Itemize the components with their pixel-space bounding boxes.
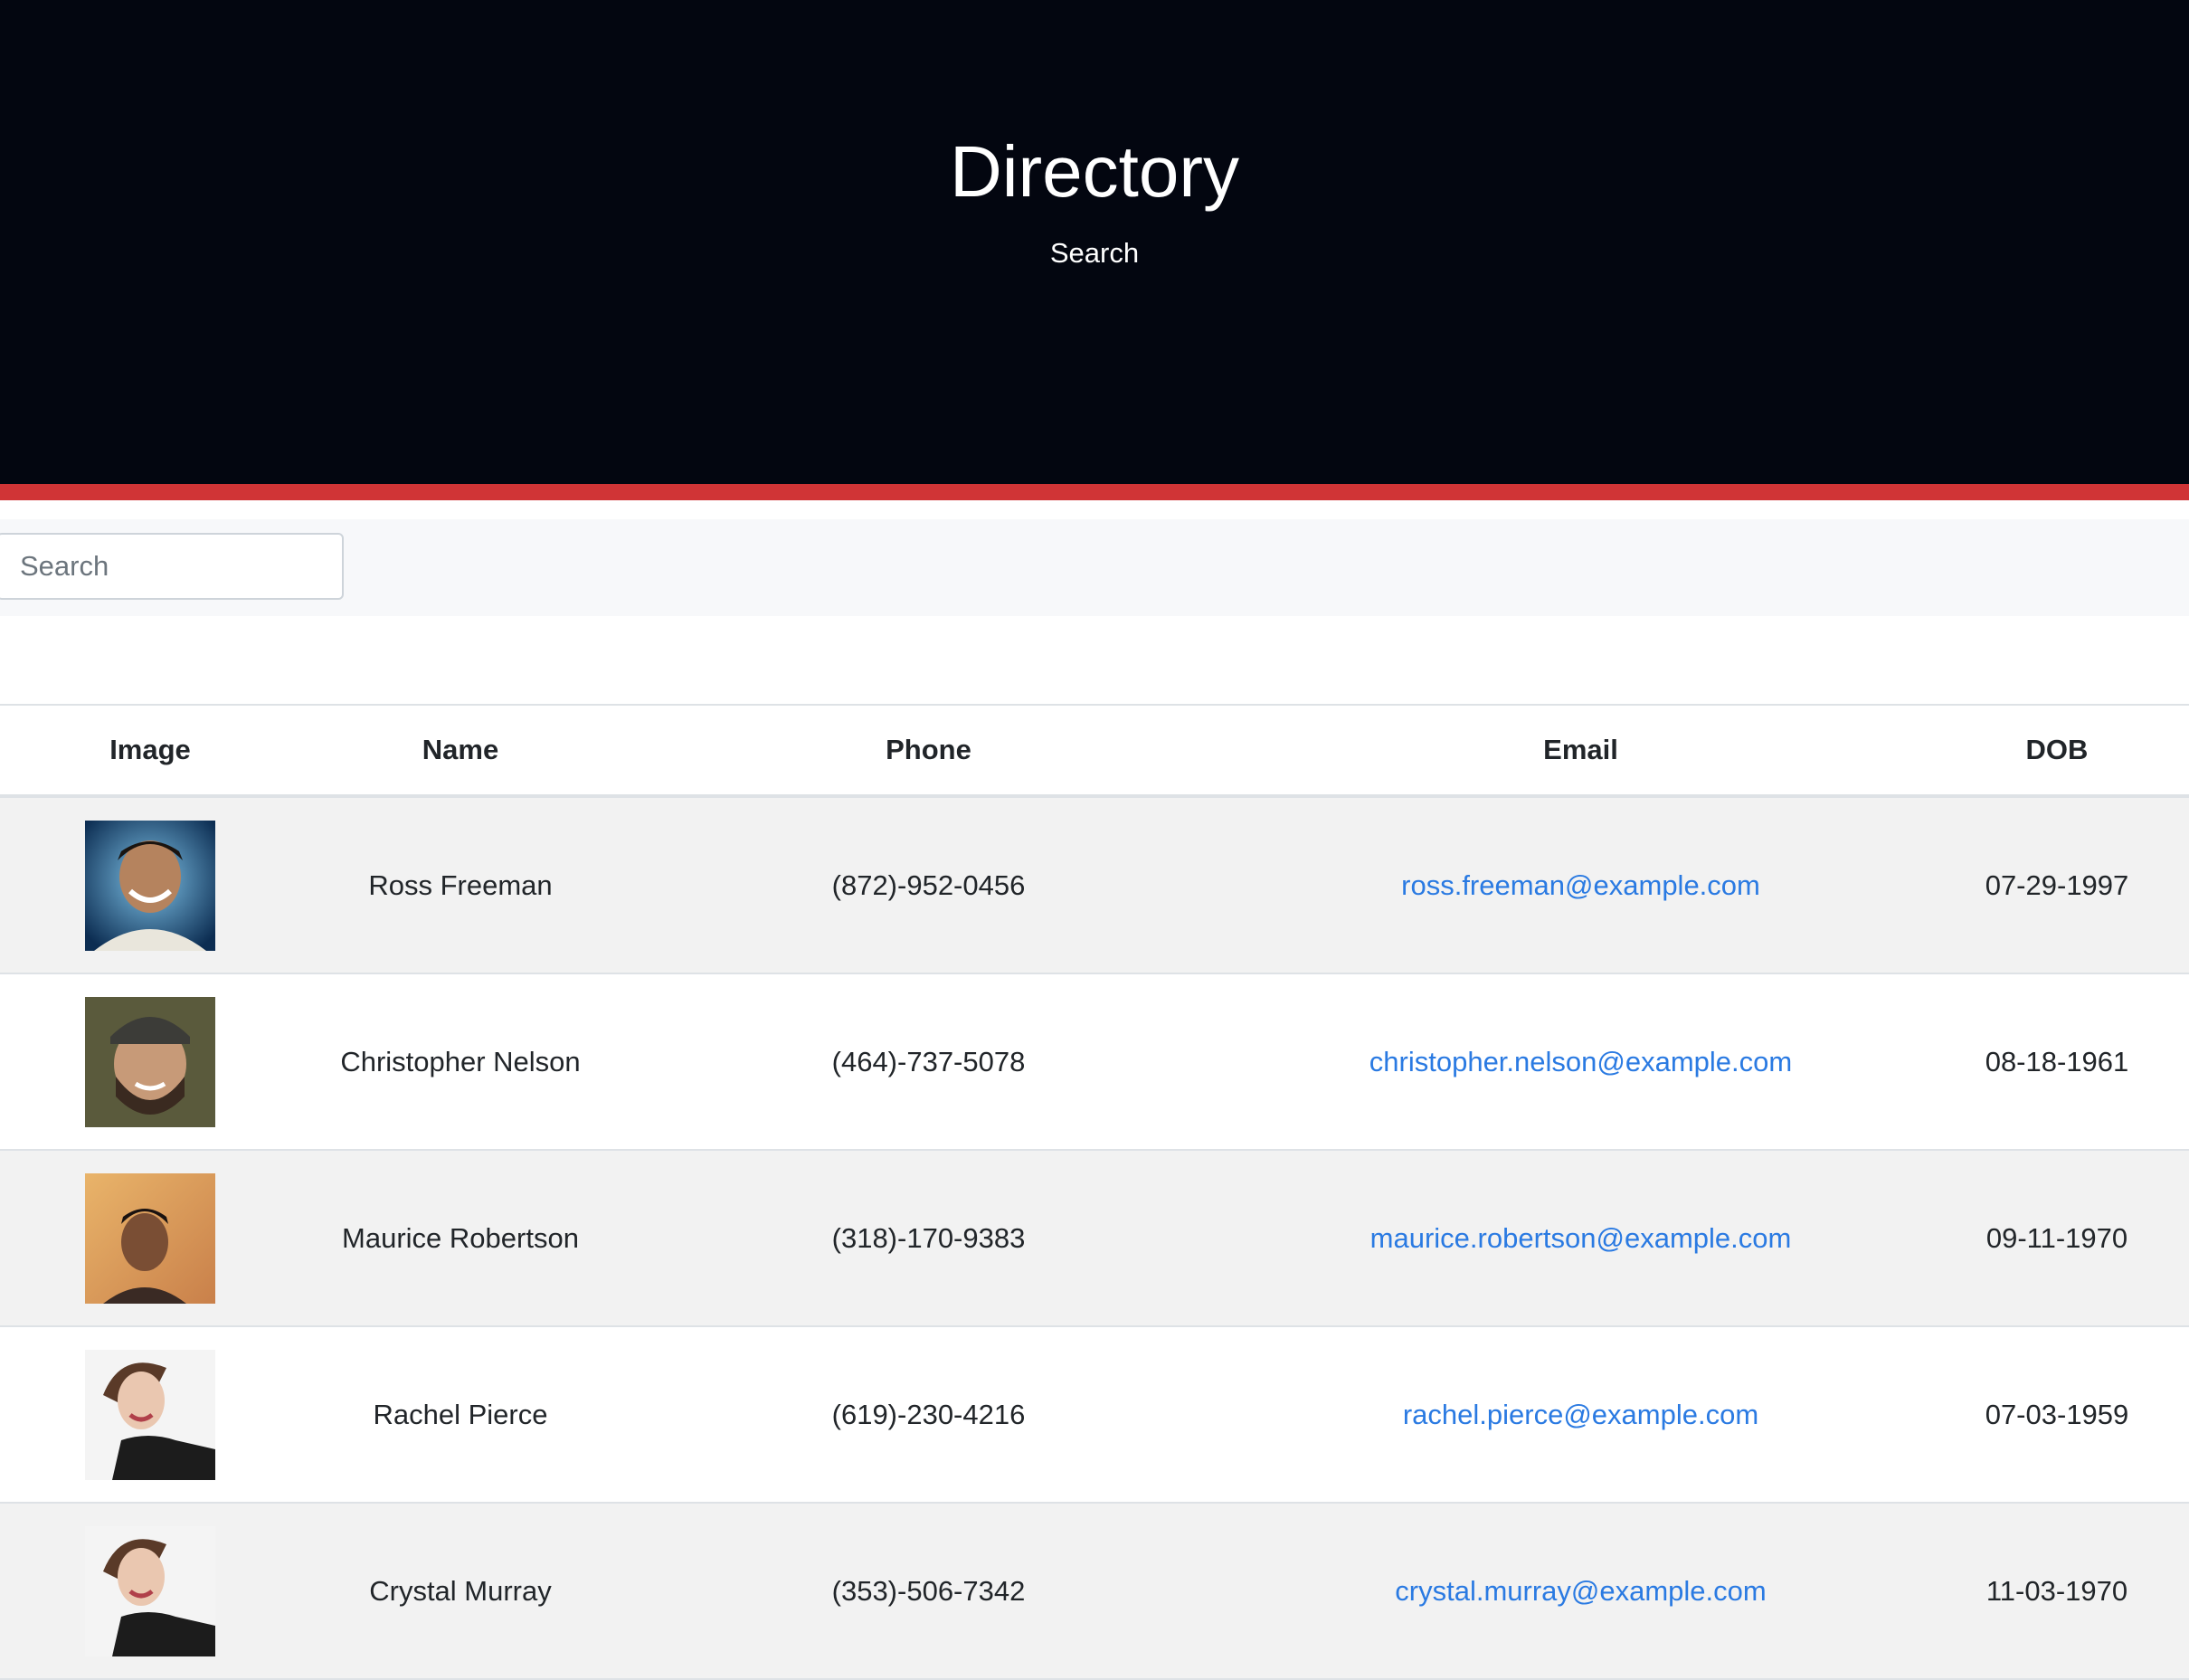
phone-cell: (619)-230-4216 <box>621 1326 1237 1504</box>
phone-cell: (872)-952-0456 <box>621 796 1237 974</box>
avatar <box>85 1525 215 1656</box>
email-cell: ross.freeman@example.com <box>1237 796 1925 974</box>
table-row: Crystal Murray (353)-506-7342 crystal.mu… <box>0 1503 2189 1680</box>
avatar <box>85 1349 215 1480</box>
email-cell: christopher.nelson@example.com <box>1237 973 1925 1151</box>
phone-cell: (464)-737-5078 <box>621 973 1237 1151</box>
image-cell <box>0 1503 300 1680</box>
column-header-dob[interactable]: DOB <box>1925 704 2189 798</box>
table-row: Maurice Robertson (318)-170-9383 maurice… <box>0 1150 2189 1327</box>
accent-bar <box>0 484 2189 500</box>
email-cell: rachel.pierce@example.com <box>1237 1326 1925 1504</box>
dob-cell: 07-29-1997 <box>1925 796 2189 974</box>
phone-cell: (318)-170-9383 <box>621 1150 1237 1327</box>
column-header-email[interactable]: Email <box>1237 704 1925 798</box>
avatar <box>85 820 215 951</box>
name-cell: Ross Freeman <box>300 796 621 974</box>
avatar <box>85 996 215 1127</box>
column-header-image[interactable]: Image <box>0 704 300 798</box>
dob-cell: 08-18-1961 <box>1925 973 2189 1151</box>
email-link[interactable]: ross.freeman@example.com <box>1401 869 1760 901</box>
name-cell: Crystal Murray <box>300 1503 621 1680</box>
image-cell <box>0 973 300 1151</box>
table-row: Christopher Nelson (464)-737-5078 christ… <box>0 973 2189 1151</box>
email-cell: maurice.robertson@example.com <box>1237 1150 1925 1327</box>
column-header-phone[interactable]: Phone <box>621 704 1237 798</box>
table-header-row: Image Name Phone Email DOB <box>0 704 2189 798</box>
image-cell <box>0 1150 300 1327</box>
page-subtitle: Search <box>1049 237 1140 269</box>
phone-cell: (353)-506-7342 <box>621 1503 1237 1680</box>
avatar <box>85 1172 215 1304</box>
name-cell: Christopher Nelson <box>300 973 621 1151</box>
table-row: Rachel Pierce (619)-230-4216 rachel.pier… <box>0 1326 2189 1504</box>
email-cell: crystal.murray@example.com <box>1237 1503 1925 1680</box>
column-header-name[interactable]: Name <box>300 704 621 798</box>
search-bar <box>0 519 2189 616</box>
image-cell <box>0 796 300 974</box>
dob-cell: 11-03-1970 <box>1925 1503 2189 1680</box>
email-link[interactable]: maurice.robertson@example.com <box>1370 1222 1792 1254</box>
employee-table: Image Name Phone Email DOB Ross Freeman … <box>0 704 2189 1680</box>
search-input[interactable] <box>0 533 344 600</box>
dob-cell: 07-03-1959 <box>1925 1326 2189 1504</box>
dob-cell: 09-11-1970 <box>1925 1150 2189 1327</box>
table-row: Ross Freeman (872)-952-0456 ross.freeman… <box>0 796 2189 974</box>
email-link[interactable]: crystal.murray@example.com <box>1395 1575 1766 1607</box>
name-cell: Maurice Robertson <box>300 1150 621 1327</box>
email-link[interactable]: christopher.nelson@example.com <box>1369 1046 1792 1077</box>
email-link[interactable]: rachel.pierce@example.com <box>1403 1399 1758 1430</box>
page-title: Directory <box>949 131 1240 212</box>
page-header: Directory Search <box>0 0 2189 484</box>
image-cell <box>0 1326 300 1504</box>
name-cell: Rachel Pierce <box>300 1326 621 1504</box>
